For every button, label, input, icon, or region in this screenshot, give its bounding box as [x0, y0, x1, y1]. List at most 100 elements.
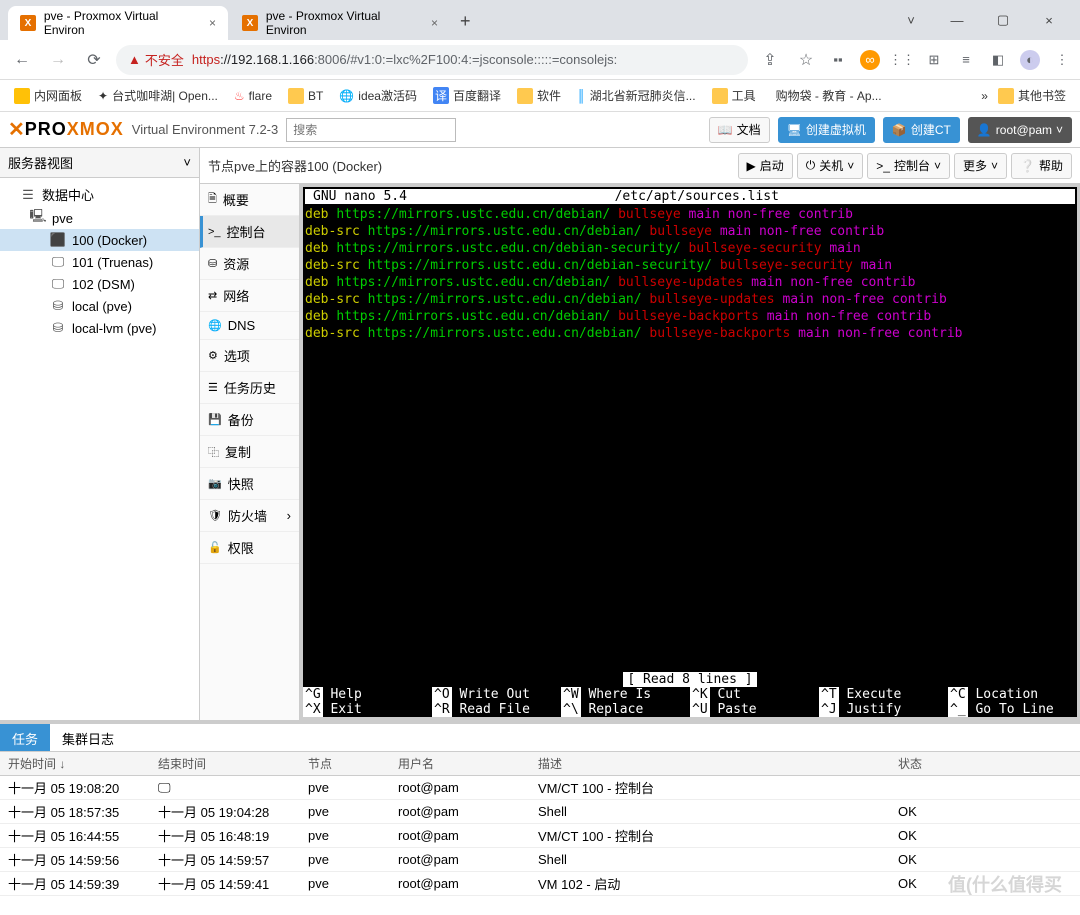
bookmark-icon[interactable]: ☆ [792, 46, 820, 74]
docs-button[interactable]: 📖 文档 [709, 117, 770, 143]
tree-ct-102[interactable]: 🖵102 (DSM) [0, 273, 199, 295]
browser-toolbar: ← → ⟳ ▲ 不安全 https://192.168.1.166:8006/#… [0, 40, 1080, 80]
menu-icon[interactable]: ⋮ [1052, 50, 1072, 70]
side-firewall[interactable]: 🛡防火墙 › [200, 500, 299, 532]
tree-panel: 服务器视图˅ ☰数据中心 🖳pve ⬛100 (Docker) 🖵101 (Tr… [0, 148, 200, 720]
tree-datacenter[interactable]: ☰数据中心 [0, 182, 199, 207]
side-replication[interactable]: ⿻复制 [200, 436, 299, 468]
container-icon: ⬛ [50, 232, 66, 248]
shutdown-button[interactable]: ⏻ 关机 ˅ [797, 153, 864, 179]
close-icon[interactable]: × [1026, 0, 1072, 40]
side-permissions[interactable]: 🔓权限 [200, 532, 299, 564]
window-controls: ˅ — ▢ × [888, 0, 1072, 40]
bookmark-folder[interactable]: BT [282, 84, 329, 108]
tree-storage-lvm[interactable]: ⛁local-lvm (pve) [0, 317, 199, 339]
col-end-time[interactable]: 结束时间 [150, 755, 300, 772]
url-bar[interactable]: ▲ 不安全 https://192.168.1.166:8006/#v1:0:=… [116, 45, 748, 75]
bookmark-item[interactable]: 译百度翻译 [427, 83, 507, 108]
bookmark-item[interactable]: 内网面板 [8, 83, 88, 108]
bookmarks-bar: 内网面板 ✦台式咖啡湖| Open... ♨flare BT 🌐idea激活码 … [0, 80, 1080, 112]
forward-button[interactable]: → [44, 46, 72, 74]
create-ct-button[interactable]: 📦 创建CT [883, 117, 960, 143]
side-console[interactable]: >_控制台 [200, 216, 299, 248]
folder-icon [517, 88, 533, 104]
flame-icon: ♨ [234, 89, 245, 103]
create-vm-button[interactable]: 🖥 创建虚拟机 [778, 117, 875, 143]
col-status[interactable]: 状态 [890, 755, 1080, 772]
bookmark-item[interactable]: ✦台式咖啡湖| Open... [92, 83, 224, 108]
close-icon[interactable]: × [431, 16, 438, 30]
side-options[interactable]: ⚙选项 [200, 340, 299, 372]
tree-ct-100[interactable]: ⬛100 (Docker) [0, 229, 199, 251]
insecure-warning-icon: ▲ 不安全 [128, 50, 184, 69]
tree-storage-local[interactable]: ⛁local (pve) [0, 295, 199, 317]
side-dns[interactable]: 🌐DNS [200, 312, 299, 340]
proxmox-logo: ✕ PROXMOX [8, 117, 124, 142]
browser-tab-2[interactable]: X pve - Proxmox Virtual Environ × [230, 6, 450, 40]
minimize-icon[interactable]: — [934, 0, 980, 40]
share-icon[interactable]: ⇪ [756, 46, 784, 74]
reload-button[interactable]: ⟳ [80, 46, 108, 74]
col-node[interactable]: 节点 [300, 755, 390, 772]
summary-icon: 🗎 [208, 190, 217, 209]
side-network[interactable]: ⇄网络 [200, 280, 299, 312]
ext-icon[interactable]: ◧ [988, 50, 1008, 70]
col-desc[interactable]: 描述 [530, 755, 890, 772]
tab-cluster-log[interactable]: 集群日志 [50, 724, 126, 751]
table-row[interactable]: 十一月 05 19:08:20🖵pveroot@pamVM/CT 100 - 控… [0, 776, 1080, 800]
side-snapshot[interactable]: 📷快照 [200, 468, 299, 500]
help-button[interactable]: ❔ 帮助 [1011, 153, 1072, 179]
bookmark-item[interactable]: ║湖北省新冠肺炎信... [571, 83, 702, 108]
new-tab-button[interactable]: + [452, 3, 479, 40]
console-terminal[interactable]: GNU nano 5.4/etc/apt/sources.list deb ht… [300, 184, 1080, 720]
folder-icon [712, 88, 728, 104]
table-row[interactable]: 十一月 05 16:44:55十一月 05 16:48:19pveroot@pa… [0, 824, 1080, 848]
side-tasks[interactable]: ☰任务历史 [200, 372, 299, 404]
col-start-time[interactable]: 开始时间 ↓ [0, 755, 150, 772]
ext-icon[interactable]: ∞ [860, 50, 880, 70]
table-row[interactable]: 十一月 05 18:57:35十一月 05 19:04:28pveroot@pa… [0, 800, 1080, 824]
storage-icon: ⛁ [50, 298, 66, 314]
tree-ct-101[interactable]: 🖵101 (Truenas) [0, 251, 199, 273]
extension-icons: ▪▪ ∞ ⋮⋮ ⊞ ≡ ◧ ◐ ⋮ [828, 50, 1072, 70]
bookmark-folder[interactable]: 工具 [706, 83, 762, 108]
chevron-right-icon: › [287, 508, 291, 523]
ext-icon[interactable]: ≡ [956, 50, 976, 70]
bookmark-folder[interactable]: 其他书签 [992, 83, 1072, 108]
browser-tab-bar: X pve - Proxmox Virtual Environ × X pve … [0, 0, 1080, 40]
url-text: https://192.168.1.166:8006/#v1:0:=lxc%2F… [192, 52, 617, 67]
bookmark-item[interactable]: ♨flare [228, 85, 278, 107]
bookmark-folder[interactable]: 软件 [511, 83, 567, 108]
side-summary[interactable]: 🗎概要 [200, 184, 299, 216]
console-button[interactable]: >_ 控制台 ˅ [867, 153, 950, 179]
copy-icon: ⿻ [208, 444, 219, 460]
tab-tasks[interactable]: 任务 [0, 724, 50, 751]
ext-icon[interactable]: ▪▪ [828, 50, 848, 70]
more-button[interactable]: 更多 ˅ [954, 153, 1007, 179]
back-button[interactable]: ← [8, 46, 36, 74]
bookmark-item[interactable]: 🌐idea激活码 [333, 83, 423, 108]
task-log-panel: 任务 集群日志 开始时间 ↓ 结束时间 节点 用户名 描述 状态 十一月 05 … [0, 720, 1080, 915]
user-menu[interactable]: 👤 root@pam ˅ [968, 117, 1072, 143]
ext-icon[interactable]: ⋮⋮ [892, 50, 912, 70]
globe-icon: 🌐 [339, 89, 354, 103]
tree-node-pve[interactable]: 🖳pve [0, 207, 199, 229]
browser-tab-1[interactable]: X pve - Proxmox Virtual Environ × [8, 6, 228, 40]
chevron-down-icon[interactable]: ˅ [888, 0, 934, 40]
side-backup[interactable]: 💾备份 [200, 404, 299, 436]
search-input[interactable] [286, 118, 456, 142]
tree-view-select[interactable]: 服务器视图˅ [0, 148, 199, 178]
overflow-icon[interactable]: » [981, 89, 988, 103]
ext-icon[interactable]: ⊞ [924, 50, 944, 70]
table-row[interactable]: 十一月 05 14:59:56十一月 05 14:59:57pveroot@pa… [0, 848, 1080, 872]
col-user[interactable]: 用户名 [390, 755, 530, 772]
datacenter-icon: ☰ [20, 187, 36, 203]
start-button[interactable]: ▶ 启动 [738, 153, 793, 179]
avatar-icon[interactable]: ◐ [1020, 50, 1040, 70]
close-icon[interactable]: × [209, 16, 216, 30]
side-resources[interactable]: ⛁资源 [200, 248, 299, 280]
maximize-icon[interactable]: ▢ [980, 0, 1026, 40]
bookmark-item[interactable]: 购物袋 - 教育 - Ap... [766, 83, 888, 108]
table-row[interactable]: 十一月 05 14:59:39十一月 05 14:59:41pveroot@pa… [0, 872, 1080, 896]
save-icon: 💾 [208, 413, 222, 426]
